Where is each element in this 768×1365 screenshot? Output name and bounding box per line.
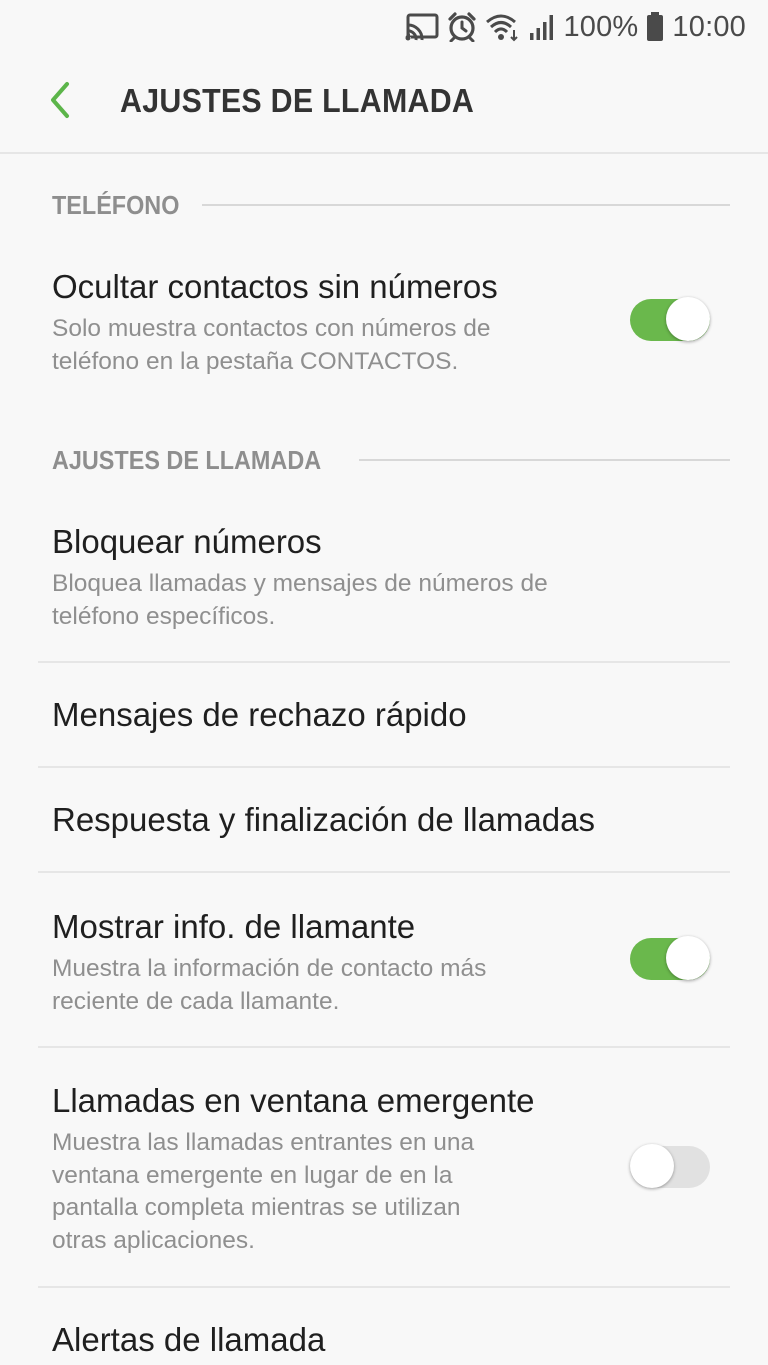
back-button[interactable] bbox=[34, 76, 86, 128]
signal-icon bbox=[529, 13, 555, 41]
chevron-left-icon bbox=[45, 80, 75, 124]
popup-calls-toggle[interactable] bbox=[630, 1144, 712, 1192]
subtitle-line: teléfono específicos. bbox=[52, 602, 276, 630]
wifi-icon bbox=[485, 12, 521, 42]
subtitle-line: otras aplicaciones. bbox=[52, 1226, 255, 1254]
subtitle-line: Solo muestra contactos con números de bbox=[52, 315, 491, 342]
setting-title: Alertas de llamada bbox=[52, 1321, 326, 1358]
subtitle-line: Bloquea llamadas y mensajes de números d… bbox=[52, 570, 548, 597]
setting-quick-decline-messages[interactable]: Mensajes de rechazo rápido bbox=[0, 663, 768, 767]
setting-show-caller-info[interactable]: Mostrar info. de llamante Muestra la inf… bbox=[0, 873, 768, 1047]
section-header-label: TELÉFONO bbox=[52, 189, 180, 220]
setting-title: Mensajes de rechazo rápido bbox=[52, 696, 467, 733]
setting-title: Bloquear números bbox=[52, 523, 322, 560]
toggle-knob bbox=[666, 936, 710, 980]
battery-percent: 100% bbox=[563, 10, 639, 43]
setting-title: Mostrar info. de llamante bbox=[52, 908, 416, 945]
setting-subtitle: Bloquea llamadas y mensajes de números d… bbox=[52, 568, 612, 633]
status-bar: 100% 10:00 bbox=[0, 0, 768, 54]
setting-title: Respuesta y finalización de llamadas bbox=[52, 801, 595, 838]
subtitle-line: Muestra las llamadas entrantes en una bbox=[52, 1129, 475, 1156]
subtitle-line: pantalla completa mientras se utilizan bbox=[52, 1194, 461, 1221]
battery-icon bbox=[646, 12, 664, 42]
section-header-line bbox=[201, 204, 730, 206]
section-header-telefono: TELÉFONO bbox=[52, 188, 730, 222]
setting-hide-contacts-without-numbers[interactable]: Ocultar contactos sin números Solo muest… bbox=[0, 250, 768, 400]
clock: 10:00 bbox=[672, 10, 746, 43]
section-header-line bbox=[359, 459, 730, 461]
setting-answering-ending-calls[interactable]: Respuesta y finalización de llamadas bbox=[0, 768, 768, 872]
setting-title: Ocultar contactos sin números bbox=[52, 268, 498, 305]
setting-subtitle: Solo muestra contactos con números de te… bbox=[52, 313, 612, 378]
subtitle-line: ventana emergente en lugar de en la bbox=[52, 1161, 453, 1189]
subtitle-line: teléfono en la pestaña CONTACTOS. bbox=[52, 347, 459, 375]
app-bar: AJUSTES DE LLAMADA bbox=[0, 54, 768, 154]
status-icons: 100% 10:00 bbox=[405, 6, 746, 48]
cast-icon bbox=[405, 13, 439, 41]
section-header-ajustes-llamada: AJUSTES DE LLAMADA bbox=[52, 443, 730, 477]
setting-subtitle: Muestra la información de contacto más r… bbox=[52, 953, 612, 1018]
setting-call-alerts[interactable]: Alertas de llamada bbox=[0, 1288, 768, 1365]
hide-contacts-toggle[interactable] bbox=[630, 297, 712, 345]
section-header-label: AJUSTES DE LLAMADA bbox=[52, 444, 322, 475]
toggle-knob bbox=[630, 1144, 674, 1188]
setting-popup-calls[interactable]: Llamadas en ventana emergente Muestra la… bbox=[0, 1048, 768, 1286]
show-caller-info-toggle[interactable] bbox=[630, 936, 712, 984]
setting-block-numbers[interactable]: Bloquear números Bloquea llamadas y mens… bbox=[0, 505, 768, 661]
setting-title: Llamadas en ventana emergente bbox=[52, 1082, 535, 1119]
page-title: AJUSTES DE LLAMADA bbox=[120, 82, 475, 119]
subtitle-line: Muestra la información de contacto más bbox=[52, 955, 487, 982]
alarm-icon bbox=[447, 12, 477, 42]
toggle-knob bbox=[666, 297, 710, 341]
subtitle-line: reciente de cada llamante. bbox=[52, 987, 340, 1015]
setting-subtitle: Muestra las llamadas entrantes en una ve… bbox=[52, 1127, 612, 1257]
